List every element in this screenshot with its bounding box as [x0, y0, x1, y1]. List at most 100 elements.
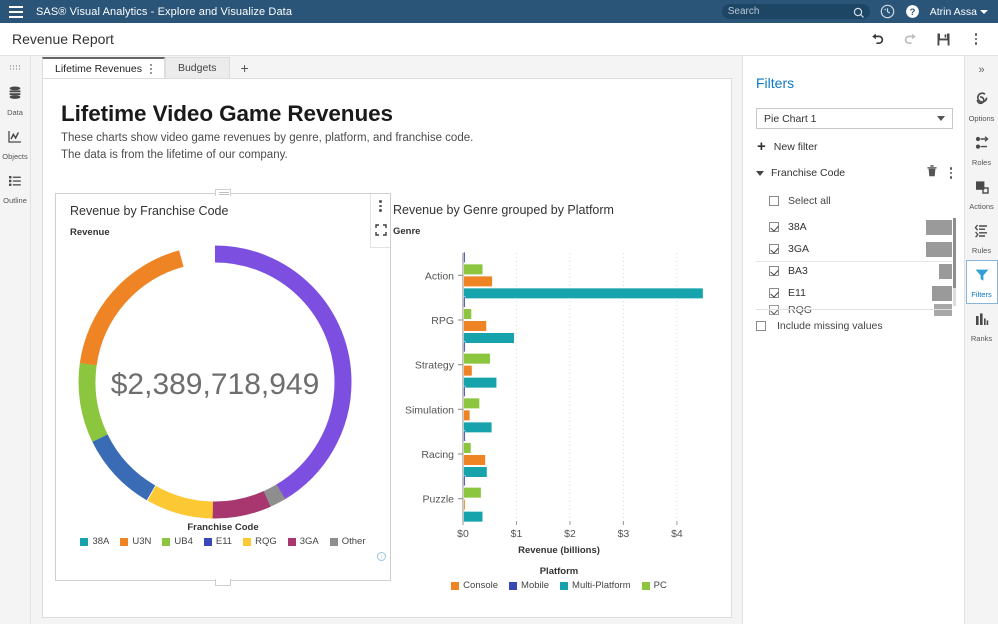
bar-simulation-console[interactable]	[464, 410, 470, 421]
objects-icon	[7, 129, 23, 150]
donut-legend-item[interactable]: U3N	[120, 536, 151, 547]
tab-label: Budgets	[178, 62, 217, 74]
save-button[interactable]	[935, 31, 951, 47]
bar-puzzle-pc[interactable]	[464, 487, 482, 498]
triangle-down-icon[interactable]	[756, 171, 764, 176]
new-filter-label: New filter	[774, 141, 818, 153]
sidebar-item-outline[interactable]: Outline	[0, 166, 31, 210]
maximize-icon[interactable]	[375, 223, 387, 241]
more-menu-button[interactable]	[968, 31, 984, 47]
x-tick-label: $3	[618, 528, 630, 540]
trash-icon[interactable]	[926, 164, 938, 182]
sidebar-item-data[interactable]: Data	[0, 78, 31, 122]
sidebar-item-label: Objects	[2, 152, 27, 161]
rightrail-item-ranks[interactable]: Ranks	[966, 304, 998, 348]
bar-action-pc[interactable]	[464, 264, 483, 275]
tab-menu-icon[interactable]	[150, 64, 152, 74]
bar-strategy-mobile[interactable]	[464, 341, 466, 352]
bar-strategy-pc[interactable]	[464, 353, 491, 364]
subtitle-line-2: The data is from the lifetime of our com…	[61, 149, 288, 161]
bar-simulation-multi-platform[interactable]	[464, 422, 492, 433]
donut-legend-item[interactable]: E11	[204, 536, 232, 547]
rightrail-item-options[interactable]: Options	[966, 84, 998, 128]
add-tab-button[interactable]: +	[230, 58, 260, 78]
rightrail-item-filters[interactable]: Filters	[966, 260, 998, 304]
bar-chart-graphic[interactable]: ActionRPGStrategySimulationRacingPuzzle$…	[391, 239, 721, 549]
include-missing-values-checkbox[interactable]: Include missing values	[756, 309, 952, 332]
x-tick-label: $1	[511, 528, 523, 540]
legend-swatch	[204, 538, 212, 546]
donut-chart-graphic[interactable]: $2,389,718,949	[56, 234, 374, 524]
new-filter-button[interactable]: + New filter	[743, 129, 964, 153]
rightrail-item-label: Rules	[972, 246, 991, 255]
bar-puzzle-console[interactable]	[464, 499, 466, 510]
chevron-double-right-icon[interactable]: »	[978, 60, 984, 84]
filter-value-label: BA3	[788, 265, 808, 277]
bar-racing-console[interactable]	[464, 455, 486, 466]
bar-racing-mobile[interactable]	[464, 431, 466, 442]
tab-lifetime-revenues[interactable]: Lifetime Revenues	[42, 57, 165, 78]
bar-legend-item[interactable]: Console	[451, 580, 498, 591]
bar-simulation-pc[interactable]	[464, 398, 480, 409]
rightrail-item-label: Actions	[969, 202, 994, 211]
tab-budgets[interactable]: Budgets	[165, 57, 230, 78]
bar-rpg-console[interactable]	[464, 321, 487, 332]
bar-legend-title: Platform	[391, 566, 727, 577]
bar-legend-item[interactable]: Multi-Platform	[560, 580, 631, 591]
bar-racing-pc[interactable]	[464, 443, 471, 454]
bar-rpg-pc[interactable]	[464, 309, 472, 320]
panel-resize-handle-top[interactable]	[215, 189, 231, 196]
history-icon[interactable]	[880, 4, 895, 19]
bar-legend-item[interactable]: Mobile	[509, 580, 549, 591]
filter-value-row[interactable]: E11	[769, 282, 952, 304]
select-all-checkbox[interactable]: Select all	[743, 182, 964, 207]
donut-legend-item[interactable]: 38A	[80, 536, 109, 547]
rightrail-item-roles[interactable]: Roles	[966, 128, 998, 172]
panel-resize-handle-bottom[interactable]	[215, 579, 231, 586]
help-icon[interactable]: ?	[905, 4, 920, 19]
bar-rpg-mobile[interactable]	[464, 297, 466, 308]
filter-value-label: 38A	[788, 221, 807, 233]
report-page: Lifetime Video Game Revenues These chart…	[42, 78, 732, 618]
bar-racing-multi-platform[interactable]	[464, 467, 488, 478]
bar-rpg-multi-platform[interactable]	[464, 333, 515, 344]
filter-list-scrollbar-thumb[interactable]	[953, 218, 956, 288]
legend-swatch	[162, 538, 170, 546]
bar-strategy-console[interactable]	[464, 365, 473, 376]
filter-object-select[interactable]: Pie Chart 1	[756, 108, 953, 129]
donut-legend-item[interactable]: RQG	[243, 536, 277, 547]
hamburger-icon[interactable]	[0, 0, 32, 23]
rightrail-item-rules[interactable]: Rules	[966, 216, 998, 260]
tab-label: Lifetime Revenues	[55, 63, 142, 75]
filter-value-list[interactable]: 38A3GABA3E11RQG	[769, 216, 952, 316]
legend-label: RQG	[255, 536, 277, 547]
sidebar-item-label: Data	[7, 108, 23, 117]
info-icon[interactable]: i	[377, 548, 386, 566]
filter-value-row[interactable]: 3GA	[769, 238, 952, 260]
donut-legend-item[interactable]: UB4	[162, 536, 192, 547]
bar-legend-item[interactable]: PC	[642, 580, 667, 591]
filter-value-row[interactable]: 38A	[769, 216, 952, 238]
bar-simulation-mobile[interactable]	[464, 386, 466, 397]
filter-value-row[interactable]: BA3	[769, 260, 952, 282]
undo-button[interactable]	[869, 31, 885, 47]
legend-swatch	[330, 538, 338, 546]
panel-menu-icon[interactable]	[379, 200, 382, 212]
bar-action-console[interactable]	[464, 276, 493, 287]
sidebar-item-objects[interactable]: Objects	[0, 122, 31, 166]
donut-legend-item[interactable]: 3GA	[288, 536, 319, 547]
legend-label: Multi-Platform	[572, 580, 631, 591]
bar-strategy-multi-platform[interactable]	[464, 377, 497, 388]
rightrail-item-actions[interactable]: Actions	[966, 172, 998, 216]
user-menu[interactable]: Atrin Assa	[930, 6, 988, 18]
filter-group-menu-icon[interactable]	[950, 167, 953, 179]
donut-legend-item[interactable]: Other	[330, 536, 366, 547]
bar-puzzle-mobile[interactable]	[464, 475, 466, 486]
bar-chart-panel[interactable]: Revenue by Genre grouped by Platform Gen…	[391, 193, 727, 581]
search-input[interactable]: Search	[722, 4, 870, 19]
bar-action-mobile[interactable]	[464, 252, 466, 263]
bar-puzzle-multi-platform[interactable]	[464, 511, 483, 521]
redo-button[interactable]	[902, 31, 918, 47]
donut-chart-panel[interactable]: Revenue by Franchise Code Revenue $2,389…	[55, 193, 391, 581]
bar-action-multi-platform[interactable]	[464, 288, 704, 299]
